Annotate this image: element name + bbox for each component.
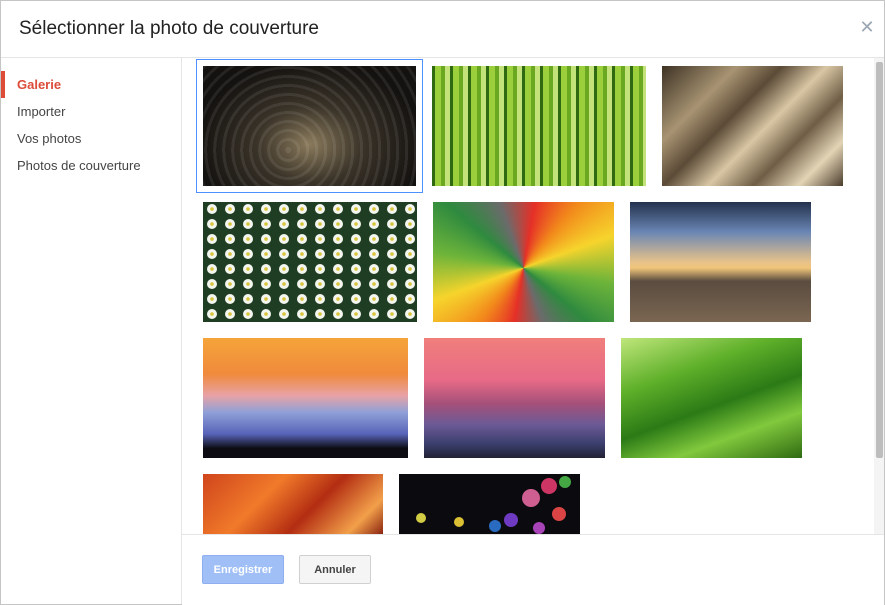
beach-sunset-photo[interactable] — [630, 202, 811, 322]
save-button[interactable]: Enregistrer — [202, 555, 284, 584]
dialog-header: Sélectionner la photo de couverture ✕ — [1, 1, 884, 58]
paper-folds-photo[interactable] — [662, 66, 843, 186]
dialog-footer: Enregistrer Annuler — [182, 534, 884, 605]
autumn-leaves-photo[interactable] — [203, 474, 383, 534]
daisies-pattern — [203, 202, 417, 322]
close-icon[interactable]: ✕ — [858, 18, 876, 36]
purple-mountains-photo[interactable] — [424, 338, 605, 458]
photo-gallery — [182, 58, 884, 534]
sunrise-over-clouds-photo[interactable] — [203, 338, 408, 458]
bokeh-pattern — [416, 476, 571, 534]
sidebar: Galerie Importer Vos photos Photos de co… — [1, 58, 182, 604]
green-grass-photo[interactable] — [621, 338, 802, 458]
white-daisies-photo[interactable] — [203, 202, 417, 322]
sidebar-item-importer[interactable]: Importer — [1, 98, 181, 125]
cancel-button[interactable]: Annuler — [299, 555, 371, 584]
colorful-petals-photo[interactable] — [433, 202, 614, 322]
sidebar-item-photos-de-couverture[interactable]: Photos de couverture — [1, 152, 181, 179]
dialog-title: Sélectionner la photo de couverture — [19, 18, 319, 39]
cover-photo-dialog: Sélectionner la photo de couverture ✕ Ga… — [0, 0, 885, 605]
horsetail-plants-photo[interactable] — [432, 66, 646, 186]
bokeh-lights-photo[interactable] — [399, 474, 580, 534]
sidebar-item-galerie[interactable]: Galerie — [1, 71, 181, 98]
scrollbar-thumb[interactable] — [876, 62, 883, 458]
sidebar-item-vos-photos[interactable]: Vos photos — [1, 125, 181, 152]
gallery-scrollbar[interactable] — [874, 58, 884, 534]
water-drops-photo[interactable] — [196, 59, 423, 193]
